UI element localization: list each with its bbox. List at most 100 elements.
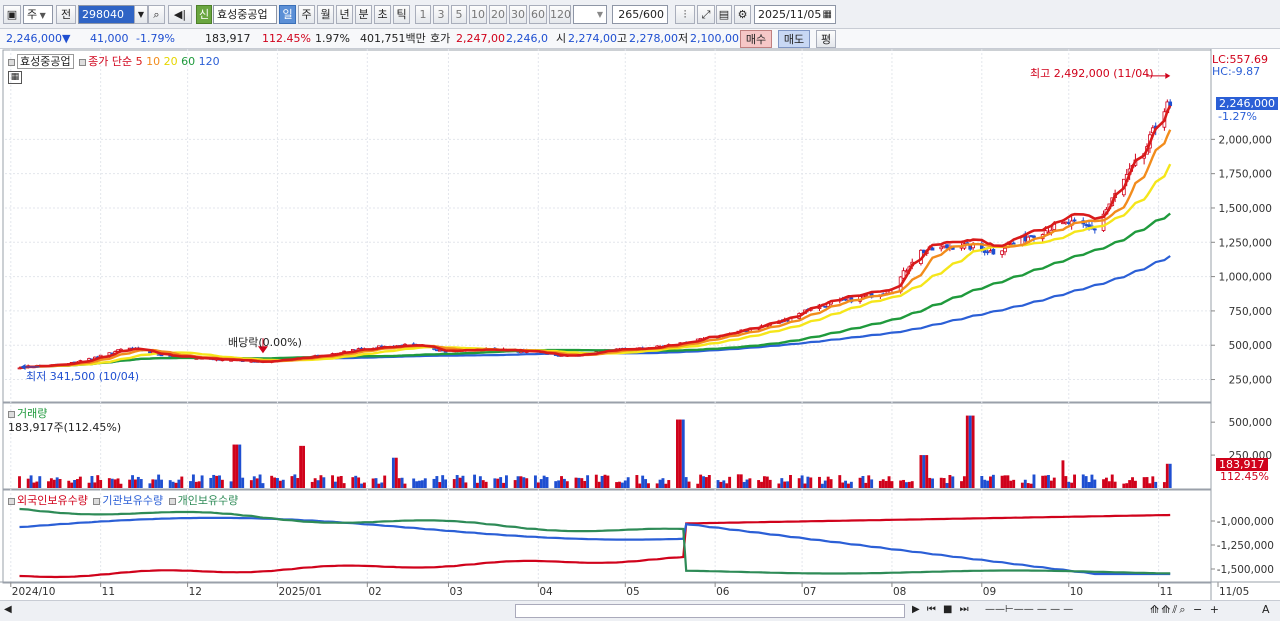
interval-button[interactable]: 3 [433, 5, 449, 24]
volume-bar [777, 483, 781, 488]
volume-bar [113, 479, 117, 488]
volume-value: 183,917 [205, 32, 251, 45]
x-tick-label: 11 [102, 586, 115, 598]
volume-bar [1000, 475, 1004, 488]
volume-bar [1023, 479, 1027, 488]
volume-bar [1012, 479, 1016, 488]
volume-bar [499, 477, 503, 488]
volume-bar [218, 475, 221, 488]
scroll-thumb[interactable] [515, 604, 905, 618]
volume-bar [513, 480, 517, 488]
code-dropdown-icon[interactable]: ▼ [134, 5, 148, 24]
interval-button[interactable]: 1 [415, 5, 431, 24]
open-label: 시 [556, 32, 567, 45]
volume-bar [722, 480, 726, 488]
volume-bar [212, 474, 216, 488]
save-icon[interactable]: ▤ [716, 5, 732, 24]
candle-body [843, 298, 848, 301]
eval-button[interactable]: 평 [816, 30, 836, 48]
volume-bar [255, 478, 259, 488]
volume-bar [696, 483, 700, 488]
chevron-down-icon: ▼ [596, 10, 603, 19]
legend-ma120: 120 [198, 55, 220, 68]
trade-amount: 401,751백만 [360, 32, 426, 45]
interval-button[interactable]: 5 [451, 5, 467, 24]
y-tick-label: 1,750,000 [1219, 169, 1272, 181]
pane-handle-icon[interactable] [168, 497, 176, 505]
interval-button[interactable]: 10 [469, 5, 487, 24]
volume-bar [676, 419, 679, 488]
draw-tool-icon[interactable]: ⤢ [697, 5, 715, 24]
count-display[interactable]: 265/600 [612, 5, 668, 24]
volume-bar [687, 481, 691, 488]
candle-type-icon[interactable]: ⫶ [675, 5, 695, 24]
volume-bar [748, 478, 752, 488]
period-button[interactable]: 일 [279, 5, 296, 24]
x-tick-label: 09 [983, 586, 996, 598]
period-button[interactable]: 주 [298, 5, 315, 24]
pane-handle-icon[interactable] [8, 58, 15, 66]
volume-bar [160, 479, 163, 488]
x-tick-label: 12 [189, 586, 202, 598]
volume-bar [1047, 475, 1050, 488]
period-button[interactable]: 년 [336, 5, 353, 24]
volume-bar [148, 483, 152, 488]
volume-bar [189, 481, 192, 488]
volume-bar [702, 476, 705, 488]
volume-bar [174, 482, 178, 488]
volume-bar [887, 476, 891, 488]
layout-icon[interactable]: ▣ [3, 5, 21, 24]
zoom-slider[interactable]: ——⊢—— — — — [985, 604, 1073, 615]
volume-bar [116, 478, 120, 488]
period-button[interactable]: 틱 [393, 5, 410, 24]
interval-button[interactable]: 20 [489, 5, 507, 24]
zoom-tools[interactable]: ⟰⟰⫽⌕ − + [1150, 603, 1221, 617]
volume-bar [939, 477, 943, 488]
candle-body [823, 305, 828, 308]
prev-button[interactable]: 전 [56, 5, 76, 24]
market-select[interactable]: 주 ▼ [23, 5, 53, 24]
y-tick-label: -1,000,000 [1217, 516, 1274, 528]
candle-body [930, 247, 935, 251]
interval-button[interactable]: 60 [529, 5, 547, 24]
volume-bar [73, 479, 77, 488]
text-tool-icon[interactable]: A [1262, 603, 1270, 616]
stock-chart[interactable]: 2024/10 11 12 2025/01 02 03 04 05 06 07 08 09 10 11 11… [0, 49, 1280, 621]
code-input[interactable]: 298040 [78, 5, 136, 24]
period-button[interactable]: 분 [355, 5, 372, 24]
scroll-left-icon[interactable]: ◀ [4, 604, 12, 615]
volume-bar [1009, 480, 1013, 488]
calculator-icon[interactable]: ▦ [8, 71, 22, 84]
interval-button[interactable]: 120 [549, 5, 571, 24]
date-input[interactable]: 2025/11/05 ▦ [754, 5, 836, 24]
search-icon[interactable]: ⌕ [148, 5, 165, 24]
period-button[interactable]: 초 [374, 5, 391, 24]
volume-bar [725, 483, 729, 488]
volume-bar [1041, 475, 1045, 488]
gear-icon[interactable]: ⚙ [734, 5, 751, 24]
pane-handle-icon[interactable] [8, 497, 15, 505]
volume-bar [965, 415, 969, 488]
interval-button[interactable]: 30 [509, 5, 527, 24]
pane-handle-icon[interactable] [79, 58, 87, 66]
pane-handle-icon[interactable] [8, 410, 15, 418]
volume-bar [699, 474, 703, 488]
volume-bar [1102, 479, 1105, 488]
volume-bar [910, 481, 914, 488]
sell-button[interactable]: 매도 [778, 30, 810, 48]
new-badge: 신 [196, 5, 212, 24]
volume-bar [93, 482, 97, 488]
volume-bar [768, 479, 772, 488]
volume-bar [473, 474, 477, 488]
buy-button[interactable]: 매수 [740, 30, 772, 48]
sound-icon[interactable]: ◀| [168, 5, 192, 24]
volume-bar [1020, 482, 1024, 488]
period-button[interactable]: 월 [317, 5, 334, 24]
interval-custom-input[interactable]: ▼ [573, 5, 607, 24]
pane-handle-icon[interactable] [93, 497, 101, 505]
volume-bar [1061, 460, 1065, 488]
scroll-bar[interactable]: ◀ ▶ ⏮ ■ ⏭ ——⊢—— — — — ⟰⟰⫽⌕ − + A [0, 600, 1280, 621]
candle-body [1087, 224, 1091, 228]
volume-bar [1104, 477, 1108, 488]
nav-buttons[interactable]: ▶ ⏮ ■ ⏭ [912, 604, 971, 615]
